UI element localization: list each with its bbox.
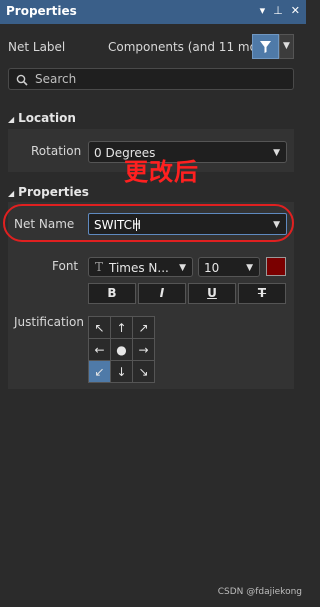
chevron-down-icon: ▼ (273, 220, 280, 230)
font-family-value: Times N... (109, 261, 169, 275)
justify-center-right-button[interactable]: → (133, 339, 154, 360)
justify-top-center-button[interactable]: ↑ (111, 317, 132, 338)
justify-bottom-right-button[interactable]: ↘ (133, 361, 154, 382)
text-caret (136, 218, 137, 231)
justify-bottom-left-button[interactable]: ↙ (89, 361, 110, 382)
justify-center-button[interactable]: ● (111, 339, 132, 360)
strikethrough-button[interactable]: T (238, 283, 286, 304)
annotation-text: 更改后 (124, 158, 199, 186)
collapse-triangle-icon: ◢ (8, 115, 15, 124)
object-type-label: Net Label (8, 40, 66, 54)
net-name-value: SWITCH (94, 218, 142, 232)
font-size-value: 10 (204, 261, 220, 275)
filter-icon (260, 41, 271, 53)
watermark: CSDN @fdajiekong (217, 587, 302, 597)
justification-grid: ↖ ↑ ↗ ← ● → ↙ ↓ ↘ (88, 316, 155, 383)
pin-icon[interactable]: ⊥ (273, 4, 283, 17)
panel-menu-icon[interactable]: ▾ (260, 4, 266, 17)
justify-top-left-button[interactable]: ↖ (89, 317, 110, 338)
chevron-down-icon: ▼ (246, 263, 253, 273)
justification-label: Justification (14, 315, 84, 329)
location-section-header[interactable]: ◢ Location (8, 111, 76, 125)
justify-top-right-button[interactable]: ↗ (133, 317, 154, 338)
panel-title: Properties (6, 4, 77, 18)
rotation-label: Rotation (31, 144, 82, 158)
italic-button[interactable]: I (138, 283, 186, 304)
font-color-swatch[interactable] (266, 257, 286, 276)
search-placeholder: Search (35, 72, 77, 86)
chevron-down-icon: ▼ (179, 263, 186, 273)
justify-bottom-center-button[interactable]: ↓ (111, 361, 132, 382)
collapse-triangle-icon: ◢ (8, 189, 15, 198)
chevron-down-icon: ▼ (273, 148, 280, 158)
net-name-input[interactable]: SWITCH ▼ (88, 213, 287, 235)
properties-title: Properties (18, 185, 89, 199)
bold-button[interactable]: B (88, 283, 136, 304)
filter-summary: Components (and 11 more) (108, 40, 274, 54)
net-name-label: Net Name (14, 217, 75, 231)
font-label: Font (52, 259, 79, 273)
filter-button[interactable] (252, 34, 279, 59)
filter-dropdown-button[interactable]: ▼ (279, 34, 294, 59)
truetype-font-icon: T (95, 260, 104, 274)
location-title: Location (18, 111, 76, 125)
font-size-select[interactable]: 10 ▼ (198, 257, 260, 277)
underline-button[interactable]: U (188, 283, 236, 304)
search-icon (16, 74, 28, 86)
justify-center-left-button[interactable]: ← (89, 339, 110, 360)
font-family-select[interactable]: T Times N... ▼ (88, 257, 193, 277)
search-box[interactable]: Search (8, 68, 294, 90)
properties-section-header[interactable]: ◢ Properties (8, 185, 89, 199)
close-icon[interactable]: ✕ (291, 4, 300, 17)
panel-title-bar: Properties ▾ ⊥ ✕ (0, 0, 306, 24)
